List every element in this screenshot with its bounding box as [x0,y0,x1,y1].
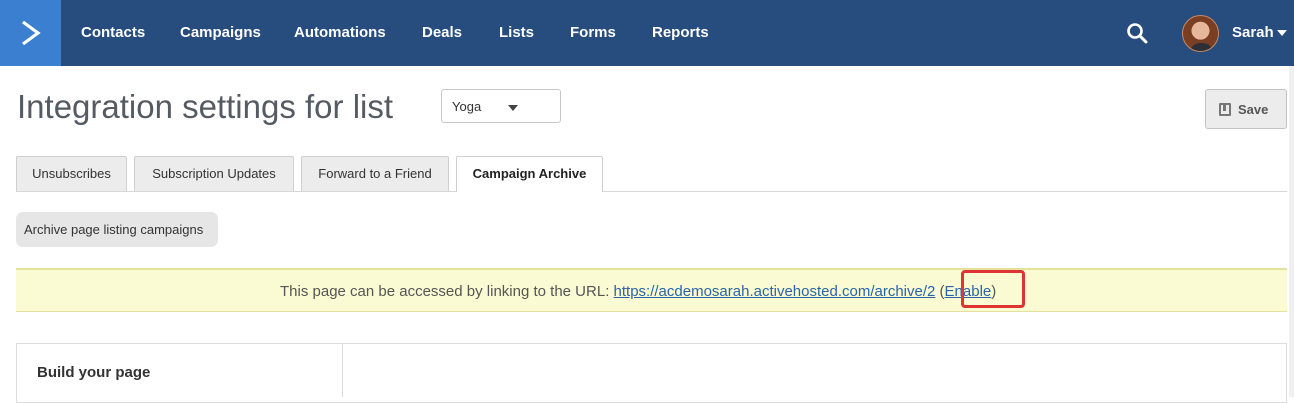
avatar[interactable] [1182,15,1219,52]
panel-divider [342,343,343,397]
page-title: Integration settings for list [17,88,394,125]
build-page-panel [16,343,1287,403]
url-notice-banner: This page can be accessed by linking to … [16,268,1287,312]
user-menu-name[interactable]: Sarah [1232,0,1274,66]
open-paren: ( [935,283,945,300]
close-paren: ) [991,283,997,300]
save-button[interactable]: Save [1205,89,1287,129]
tabs-divider [16,191,1287,192]
save-disk-icon [1219,103,1231,116]
nav-item-reports[interactable]: Reports [652,0,709,66]
list-select-dropdown[interactable]: Yoga [441,89,561,123]
tab-campaign-archive[interactable]: Campaign Archive [456,156,603,192]
notice-text: This page can be accessed by linking to … [280,283,614,300]
panel-title: Build your page [37,364,151,381]
notice-text-row: This page can be accessed by linking to … [280,270,996,314]
search-icon[interactable] [1126,22,1148,44]
tab-forward-to-a-friend[interactable]: Forward to a Friend [301,156,449,191]
scrollbar-track[interactable] [1289,66,1294,397]
top-navigation-bar: Contacts Campaigns Automations Deals Lis… [0,0,1294,66]
nav-item-contacts[interactable]: Contacts [81,0,145,66]
nav-item-forms[interactable]: Forms [570,0,616,66]
nav-item-deals[interactable]: Deals [422,0,462,66]
subtab-archive-page-listing[interactable]: Archive page listing campaigns [16,212,218,247]
archive-url-link[interactable]: https://acdemosarah.activehosted.com/arc… [614,283,936,300]
nav-item-campaigns[interactable]: Campaigns [180,0,261,66]
nav-item-lists[interactable]: Lists [499,0,534,66]
list-select-value: Yoga [452,99,482,114]
activecampaign-chevron-icon [21,20,41,46]
chevron-down-icon [508,105,518,111]
enable-link[interactable]: Enable [945,283,992,300]
chevron-down-icon[interactable] [1277,30,1287,36]
save-button-label: Save [1238,102,1269,117]
nav-item-automations[interactable]: Automations [294,0,386,66]
tab-unsubscribes[interactable]: Unsubscribes [16,156,127,191]
app-logo[interactable] [0,0,61,66]
tab-subscription-updates[interactable]: Subscription Updates [134,156,294,191]
